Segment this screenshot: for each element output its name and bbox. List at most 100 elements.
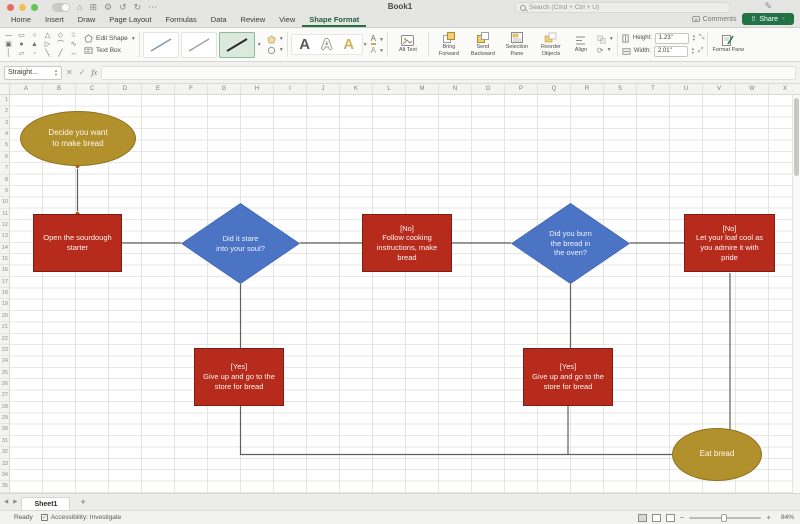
flow-node-give-up-1[interactable]: [Yes] Give up and go to the store for br… [194, 348, 284, 406]
height-stepper[interactable]: ▲ ▼ [692, 34, 696, 42]
cancel-icon[interactable]: ✕ [66, 68, 73, 77]
column-header-E[interactable]: E [142, 84, 175, 94]
column-header-T[interactable]: T [637, 84, 670, 94]
wordart-gallery[interactable]: A A A [290, 34, 363, 55]
zoom-in-button[interactable]: + [766, 513, 771, 522]
column-header-N[interactable]: N [439, 84, 472, 94]
comments-button[interactable]: Comments [691, 16, 736, 23]
connector-giveup1-to-eat[interactable] [239, 406, 673, 456]
text-outline-button[interactable]: A ▼ [371, 46, 384, 55]
wordart-style-3[interactable]: A [339, 36, 359, 53]
flow-node-open-starter[interactable]: Open the sourdough starter [33, 214, 122, 272]
shape-fill-button[interactable]: ▼ [267, 34, 284, 44]
shape-icon[interactable]: — [2, 31, 15, 40]
shape-icon[interactable]: ○ [28, 31, 41, 40]
shape-icon[interactable]: ☆ [67, 31, 80, 40]
zoom-out-button[interactable]: − [680, 513, 685, 522]
shape-icon[interactable]: ╱ [54, 49, 67, 58]
tab-view[interactable]: View [272, 13, 302, 27]
shape-icon[interactable]: ▲ [28, 40, 41, 49]
shape-outline-button[interactable]: ▼ [267, 46, 284, 55]
column-header-I[interactable]: I [274, 84, 307, 94]
column-header-H[interactable]: H [241, 84, 274, 94]
page-break-view-icon[interactable] [665, 513, 675, 522]
lock-aspect-icon[interactable]: ⤡ [699, 34, 705, 42]
vertical-scrollbar[interactable] [792, 95, 800, 493]
tab-home[interactable]: Home [4, 13, 38, 27]
alt-text-button[interactable]: Alt Text [391, 35, 425, 53]
shape-icon[interactable]: ↔ [67, 49, 80, 58]
width-input[interactable]: 2.01" [653, 45, 688, 57]
column-header-D[interactable]: D [109, 84, 142, 94]
select-all-corner[interactable] [0, 84, 10, 95]
column-header-O[interactable]: O [472, 84, 505, 94]
selection-pane-button[interactable]: Selection Pane [500, 32, 534, 57]
shape-icon[interactable]: ╲ [41, 49, 54, 58]
flow-node-eat-bread[interactable]: Eat bread [672, 428, 762, 481]
column-header-J[interactable]: J [307, 84, 340, 94]
next-sheet-icon[interactable]: ▶ [13, 499, 17, 505]
tab-data[interactable]: Data [204, 13, 234, 27]
column-header-K[interactable]: K [340, 84, 373, 94]
column-header-Q[interactable]: Q [538, 84, 571, 94]
shape-style-2[interactable] [180, 31, 217, 58]
shape-icon[interactable]: ◇ [54, 31, 67, 40]
insert-function-icon[interactable]: fx [91, 68, 97, 77]
vertical-scrollbar-thumb[interactable] [794, 98, 799, 176]
column-header-A[interactable]: A [10, 84, 43, 94]
tab-insert[interactable]: Insert [38, 13, 71, 27]
shape-style-1[interactable] [142, 31, 179, 58]
shape-icon[interactable]: │ [2, 49, 15, 58]
worksheet[interactable]: 1 2 3 4 5 6 7 8 9 10 11 12 13 14 15 16 17 18 19 20 21 22 23 24 2… [0, 95, 800, 493]
send-backward-button[interactable]: Send Backward [466, 32, 500, 57]
column-header-U[interactable]: U [670, 84, 703, 94]
shape-icon[interactable]: ▣ [2, 40, 15, 49]
format-pane-button[interactable]: Format Pane [711, 35, 745, 53]
wordart-more-icon[interactable]: ▼ [363, 42, 368, 48]
column-header-S[interactable]: S [604, 84, 637, 94]
shape-styles-more-icon[interactable]: ▼ [257, 42, 262, 48]
wordart-style-1[interactable]: A [295, 36, 315, 53]
flow-node-start[interactable]: Decide you want to make bread [20, 111, 136, 166]
shape-icon[interactable]: ∿ [67, 40, 80, 49]
edit-pencil-icon[interactable]: ✎ [764, 1, 772, 12]
column-header-C[interactable]: C [76, 84, 109, 94]
column-header-F[interactable]: F [175, 84, 208, 94]
prev-sheet-icon[interactable]: ◀ [4, 499, 8, 505]
column-header-V[interactable]: V [703, 84, 736, 94]
column-header-X[interactable]: X [769, 84, 800, 94]
zoom-slider-thumb[interactable] [721, 513, 728, 522]
column-header-R[interactable]: R [571, 84, 604, 94]
column-header-L[interactable]: L [373, 84, 406, 94]
accessibility-status[interactable]: ✓ Accessibility: Investigate [40, 514, 121, 521]
edit-shape-button[interactable]: Edit Shape ▼ [84, 34, 136, 43]
shape-icon[interactable]: ▷ [41, 40, 54, 49]
zoom-slider[interactable] [689, 513, 762, 522]
wordart-style-2[interactable]: A [317, 36, 337, 53]
tab-formulas[interactable]: Formulas [158, 13, 203, 27]
page-layout-view-icon[interactable] [651, 513, 661, 522]
bring-forward-button[interactable]: Bring Forward [432, 32, 466, 57]
resize-corner-icon[interactable]: ⤢ [698, 47, 704, 55]
height-input[interactable]: 1.23" [654, 32, 689, 44]
formula-input[interactable] [101, 65, 796, 80]
shape-icon[interactable]: ▭ [15, 31, 28, 40]
group-button[interactable]: ▼ [597, 34, 614, 44]
name-box-stepper[interactable]: ▲ ▼ [54, 68, 58, 77]
column-header-G[interactable]: G [208, 84, 241, 94]
rotate-button[interactable]: ⟳ ▼ [597, 46, 614, 55]
column-header-W[interactable]: W [736, 84, 769, 94]
name-box[interactable]: Straight... ▲ ▼ [4, 65, 62, 80]
flow-node-follow-instructions[interactable]: [No] Follow cooking instructions, make b… [362, 214, 452, 272]
shape-icon[interactable]: ● [15, 40, 28, 49]
flow-node-give-up-2[interactable]: [Yes] Give up and go to the store for br… [523, 348, 613, 406]
align-button[interactable]: Align [568, 35, 594, 53]
shape-icon[interactable]: ⌒ [54, 40, 67, 49]
insert-shapes-gallery[interactable]: — ▭ ○ △ ◇ ☆ ▣ ● ▲ ▷ ⌒ ∿ │ ▱ ◦ ╲ ╱ ↔ [2, 31, 80, 58]
shape-icon[interactable]: △ [41, 31, 54, 40]
column-header-B[interactable]: B [43, 84, 76, 94]
column-header-M[interactable]: M [406, 84, 439, 94]
reorder-objects-button[interactable]: Reorder Objects [534, 32, 568, 57]
shape-icon[interactable]: ◦ [28, 49, 41, 58]
share-button[interactable]: ⇧ Share ▼ [742, 13, 794, 25]
